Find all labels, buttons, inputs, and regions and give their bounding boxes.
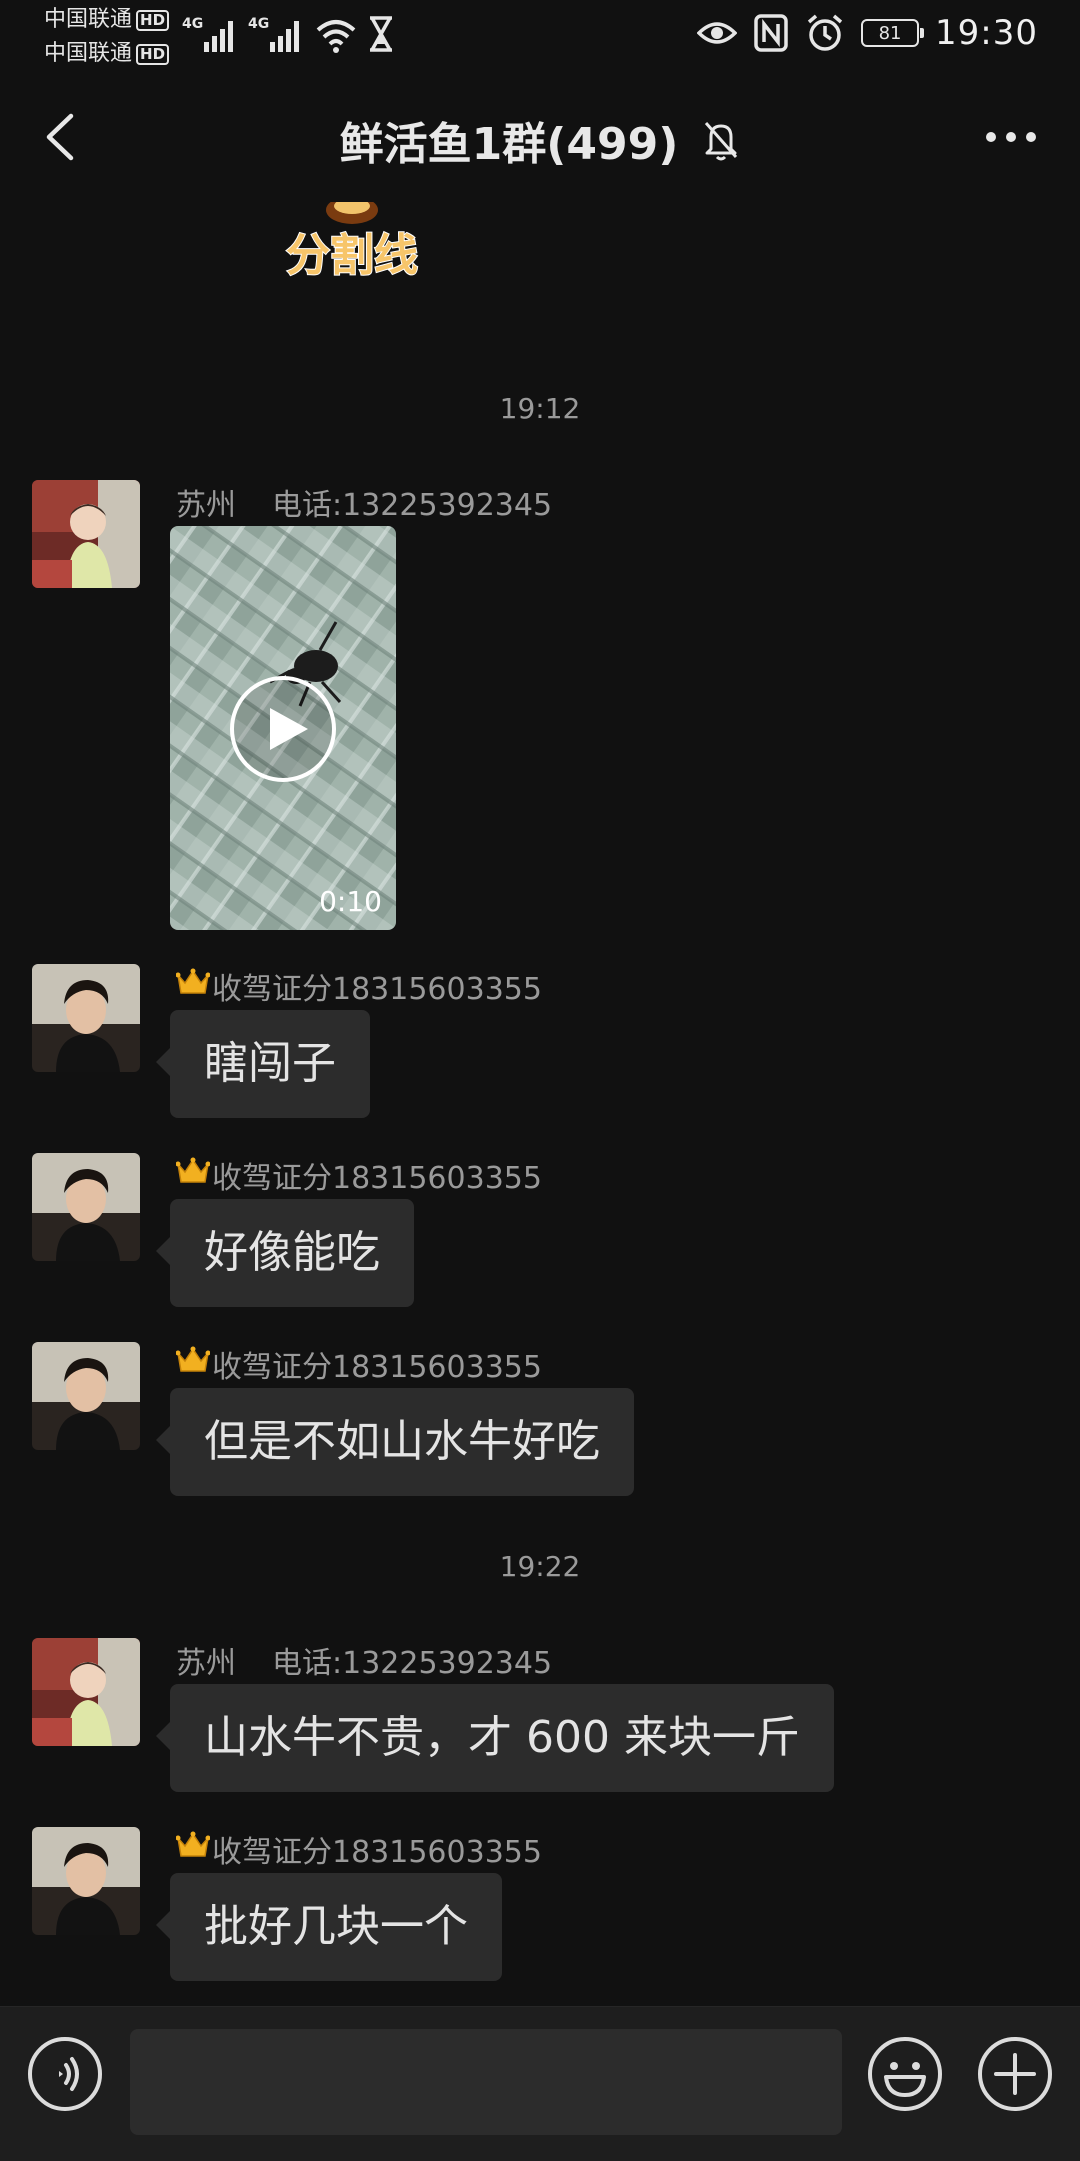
avatar[interactable] (32, 1342, 140, 1450)
crown-icon (175, 1345, 211, 1383)
sender-city: 苏州 (176, 1646, 236, 1681)
crown-icon (175, 1830, 211, 1868)
battery-icon: 81 (861, 19, 925, 47)
eye-icon (697, 22, 738, 44)
hourglass-icon (370, 16, 392, 52)
sender-phone: 电话:13225392345 (272, 1646, 553, 1681)
message-bubble[interactable]: 好像能吃 (156, 1199, 414, 1307)
sender-name: 苏州 电话:13225392345 (176, 1638, 552, 1682)
message-bubble[interactable]: 瞎闯子 (156, 1010, 370, 1118)
page-title: 鲜活鱼1群(499) (339, 119, 679, 170)
timestamp: 19:22 (499, 1550, 581, 1583)
plus-icon[interactable] (976, 2035, 1054, 2113)
sender-label: 收驾证分18315603355 (212, 1835, 542, 1870)
crown-icon (175, 967, 211, 1005)
play-icon[interactable] (228, 674, 338, 784)
net-1-label: 4G (182, 16, 203, 32)
carrier-1-name: 中国联通 (44, 7, 133, 32)
carrier-2: 中国联通 HD (44, 41, 170, 67)
title-area: 鲜活鱼1群(499) (0, 108, 1080, 172)
sticker-text: 分割线 (286, 230, 418, 281)
sender-name: 收驾证分18315603355 (175, 964, 542, 1008)
sender-name: 收驾证分18315603355 (175, 1827, 542, 1871)
input-bar (0, 2006, 1080, 2161)
nfc-icon (754, 14, 788, 52)
carrier-2-name: 中国联通 (44, 41, 133, 66)
divider-sticker[interactable]: 分割线 (262, 202, 442, 282)
signal-icons: 4G 4G (182, 12, 396, 56)
message-input[interactable] (130, 2029, 842, 2135)
message-bubble[interactable]: 山水牛不贵，才 600 来块一斤 (156, 1684, 834, 1792)
wifi-icon (316, 20, 356, 53)
status-time: 19:30 (935, 13, 1038, 53)
sender-name: 苏州 电话:13225392345 (176, 480, 552, 524)
video-message[interactable]: 0:10 (170, 526, 396, 930)
message-bubble[interactable]: 批好几块一个 (156, 1873, 502, 1981)
avatar[interactable] (32, 964, 140, 1072)
signal-4g-icon: 4G (248, 16, 299, 52)
sender-name: 收驾证分18315603355 (175, 1342, 542, 1386)
sender-label: 收驾证分18315603355 (212, 1350, 542, 1385)
hd-badge: HD (136, 9, 170, 31)
video-duration: 0:10 (319, 885, 382, 918)
signal-4g-icon: 4G (182, 16, 233, 52)
battery-level: 81 (878, 22, 902, 44)
sender-name: 收驾证分18315603355 (175, 1153, 542, 1197)
alarm-icon (807, 14, 843, 51)
chat-message-list[interactable]: 分割线 19:12 苏州 电话:13225392345 0:10 收驾证分183… (0, 202, 1080, 2006)
avatar[interactable] (32, 1638, 140, 1746)
more-dots-icon (986, 132, 1036, 142)
net-2-label: 4G (248, 16, 269, 32)
sender-label: 收驾证分18315603355 (212, 1161, 542, 1196)
sender-phone: 电话:13225392345 (272, 488, 553, 523)
emoji-icon[interactable] (866, 2035, 944, 2113)
hd-badge: HD (136, 43, 170, 65)
sender-label: 收驾证分18315603355 (212, 972, 542, 1007)
crown-icon (175, 1156, 211, 1194)
chat-header: 鲜活鱼1群(499) (0, 72, 1080, 202)
voice-icon[interactable] (26, 2035, 104, 2113)
sender-city: 苏州 (176, 488, 236, 523)
avatar[interactable] (32, 480, 140, 588)
bell-off-icon (705, 122, 738, 161)
status-bar: 中国联通 HD 中国联通 HD 4G 4G 81 19:30 (0, 0, 1080, 72)
timestamp: 19:12 (499, 392, 581, 425)
message-bubble[interactable]: 但是不如山水牛好吃 (156, 1388, 634, 1496)
status-right: 81 19:30 (697, 13, 1038, 53)
avatar[interactable] (32, 1827, 140, 1935)
avatar[interactable] (32, 1153, 140, 1261)
more-button[interactable] (976, 112, 1046, 162)
carrier-1: 中国联通 HD (44, 7, 170, 33)
sticker-image: 分割线 (285, 202, 419, 282)
